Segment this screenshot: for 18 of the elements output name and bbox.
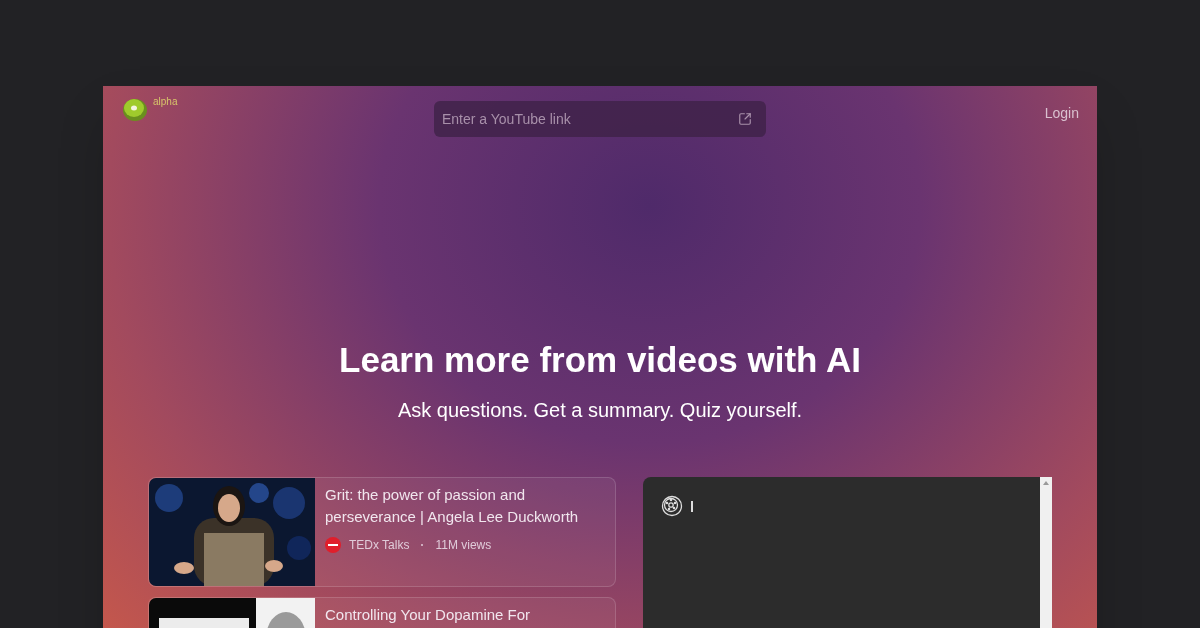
channel-avatar-icon — [325, 536, 341, 553]
youtube-link-field[interactable]: Enter a YouTube link — [434, 101, 766, 137]
text-cursor — [690, 500, 693, 512]
view-count: 11M views — [435, 536, 492, 554]
scrollbar[interactable] — [1040, 476, 1052, 628]
kiwi-icon[interactable] — [121, 96, 149, 122]
external-link-icon[interactable] — [738, 112, 752, 126]
login-link[interactable]: Login — [1044, 103, 1079, 124]
hero-title: Learn more from videos with AI — [339, 339, 861, 381]
video-title: Controlling Your Dopamine For — [325, 604, 531, 625]
hero-subtitle: Ask questions. Get a summary. Quiz yourself. — [397, 397, 803, 423]
scroll-up-icon[interactable] — [1043, 480, 1049, 485]
kiwi-outline-icon — [660, 494, 683, 517]
video-card[interactable]: Grit: the power of passion and perseverance | Angela Lee Duckworth TEDx Talks 11M views — [148, 476, 616, 587]
channel-name: TEDx Talks — [349, 536, 410, 554]
alpha-label: alpha — [153, 95, 178, 109]
video-title: Grit: the power of passion and perseverance | Angela Lee Duckworth — [325, 484, 580, 527]
video-card[interactable]: Controlling Your Dopamine For — [148, 596, 616, 628]
